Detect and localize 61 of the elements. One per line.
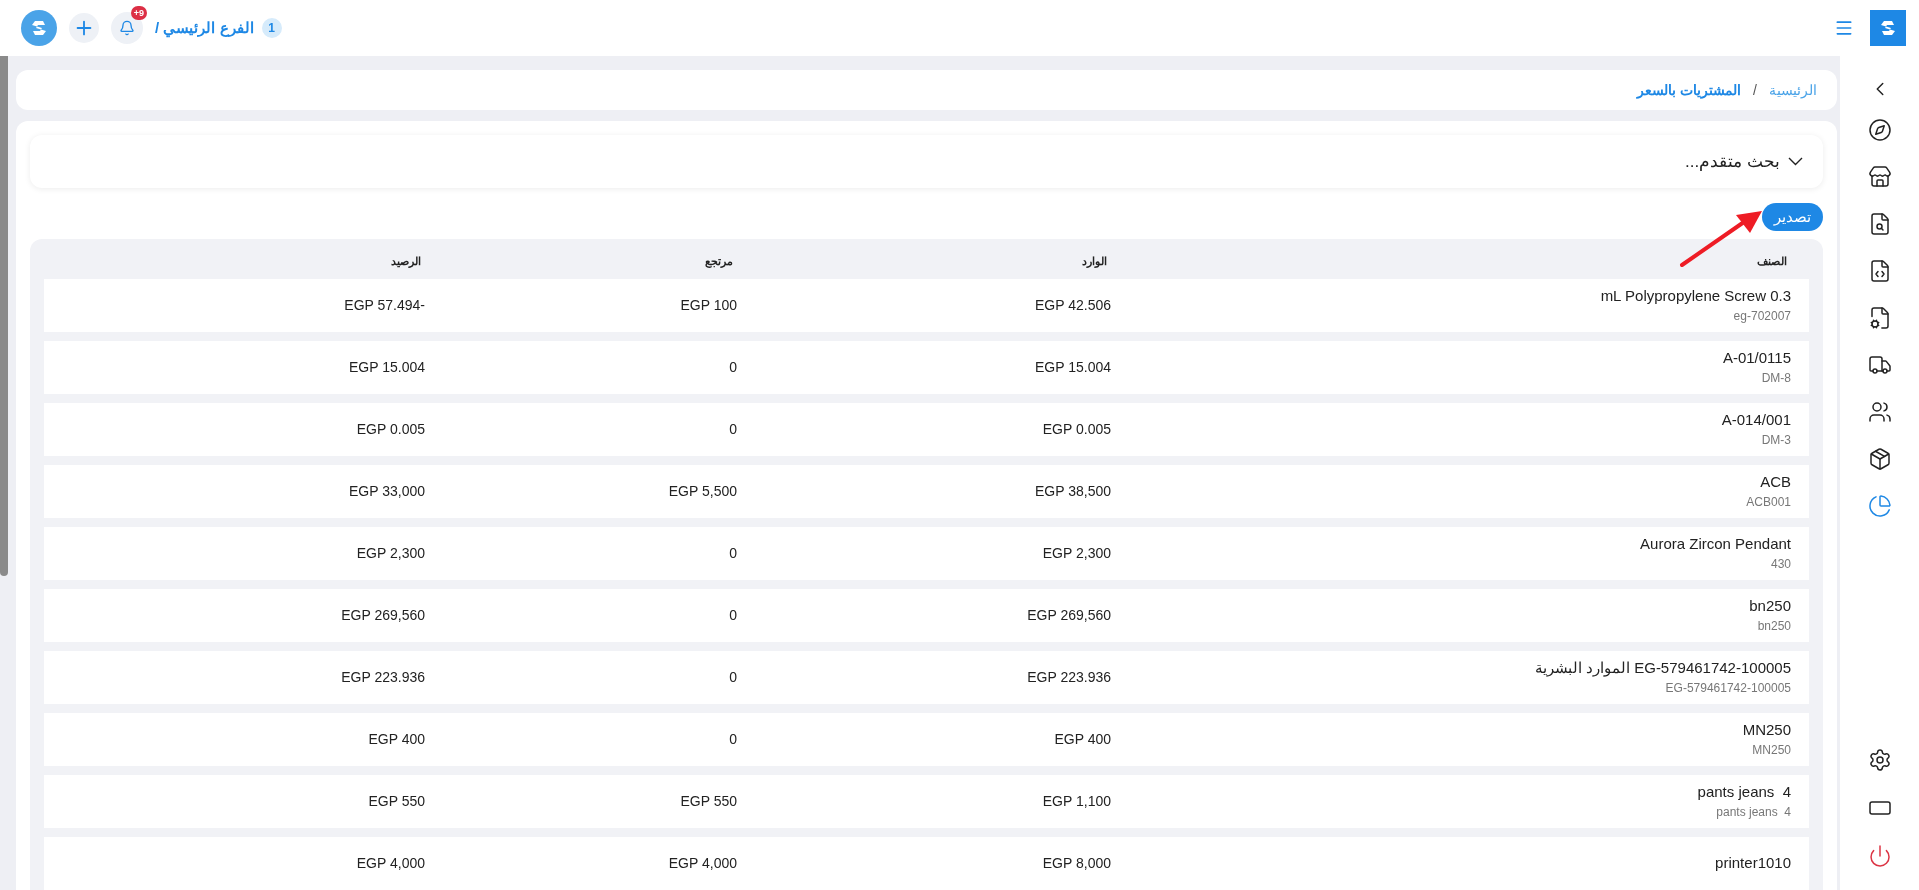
item-code: MN250 [1752,742,1791,760]
table-cell-text: EGP 2,300 [356,543,425,563]
table-cell-text: EGP 42.506 [1034,295,1111,315]
column-header: الوارد [1082,254,1107,270]
table-cell-text: EGP 269,560 [341,605,425,625]
item-name: mL Polypropylene Screw 0.3 [1600,285,1791,306]
table-cell-text: 0 [729,543,737,563]
table-cell-text: EGP 57.494- [344,295,425,315]
table-cell-text: EGP 2,300 [1042,543,1111,563]
column-header: الرصيد [391,254,421,270]
item-code: pants jeans 4 [1716,804,1791,822]
table-cell-text: EGP 8,000 [1042,853,1111,873]
table-cell-text: 0 [729,729,737,749]
table-cell-text: EGP 0.005 [356,419,425,439]
table-cell-text: EGP 33,000 [348,481,425,501]
table-cell-text: 0 [729,667,737,687]
table-cell-text: EGP 550 [680,791,737,811]
item-code: 430 [1770,556,1791,574]
table-cell-text: EGP 223.936 [341,667,425,687]
table-cell-text: EGP 4,000 [668,853,737,873]
item-name: bn250 [1749,595,1791,616]
table-cell-text: EGP 5,500 [668,481,737,501]
item-code: bn250 [1757,618,1791,636]
column-header: الصنف [1757,254,1787,269]
export-button[interactable]: تصدير [1762,203,1823,231]
breadcrumb-link[interactable]: الرئيسية [1769,79,1817,101]
table-cell-text: EGP 15.004 [1034,357,1111,377]
item-name: pants jeans 4 [1697,781,1791,802]
item-code: eg-702007 [1733,308,1791,326]
breadcrumb-link[interactable]: المشتريات بالسعر [1637,79,1742,101]
item-code: DM-8 [1761,370,1791,388]
table-cell-text: EGP 15.004 [348,357,425,377]
table-cell-text: EGP 1,100 [1042,791,1111,811]
table-cell-text: 0 [729,605,737,625]
advanced-search-toggle[interactable]: بحث متقدم... [30,135,1823,188]
item-code: EG-579461742-100005 [1665,680,1791,698]
table-cell-text: EGP 4,000 [356,853,425,873]
item-code: DM-3 [1761,432,1791,450]
table-cell-text: 0 [729,357,737,377]
table-cell-text: EGP 550 [368,791,425,811]
item-name: EG-579461742-100005 الموارد البشرية [1534,657,1791,679]
table-cell-text: EGP 223.936 [1027,667,1111,687]
item-code: ACB001 [1746,494,1791,512]
item-name: ACB [1760,471,1791,492]
column-header: مرتجع [705,254,733,270]
table-cell-text: EGP 100 [680,295,737,315]
branch-name[interactable]: الفرع الرئيسي / [155,16,254,40]
item-name: Aurora Zircon Pendant [1640,533,1791,554]
table-cell-text: 0 [729,419,737,439]
item-name: MN250 [1742,719,1791,740]
table-cell-text: EGP 269,560 [1027,605,1111,625]
table-cell-text: EGP 400 [1054,729,1111,749]
breadcrumb-separator: / [1753,80,1757,100]
table-cell-text: EGP 400 [368,729,425,749]
item-name: printer1010 [1715,852,1791,873]
item-name: A-01/0115 [1722,347,1791,368]
table-cell-text: EGP 38,500 [1034,481,1111,501]
notification-count: +9 [130,6,147,20]
branch-count-badge: 1 [261,18,282,38]
table-cell-text: EGP 0.005 [1042,419,1111,439]
item-name: A-014/001 [1721,409,1791,430]
